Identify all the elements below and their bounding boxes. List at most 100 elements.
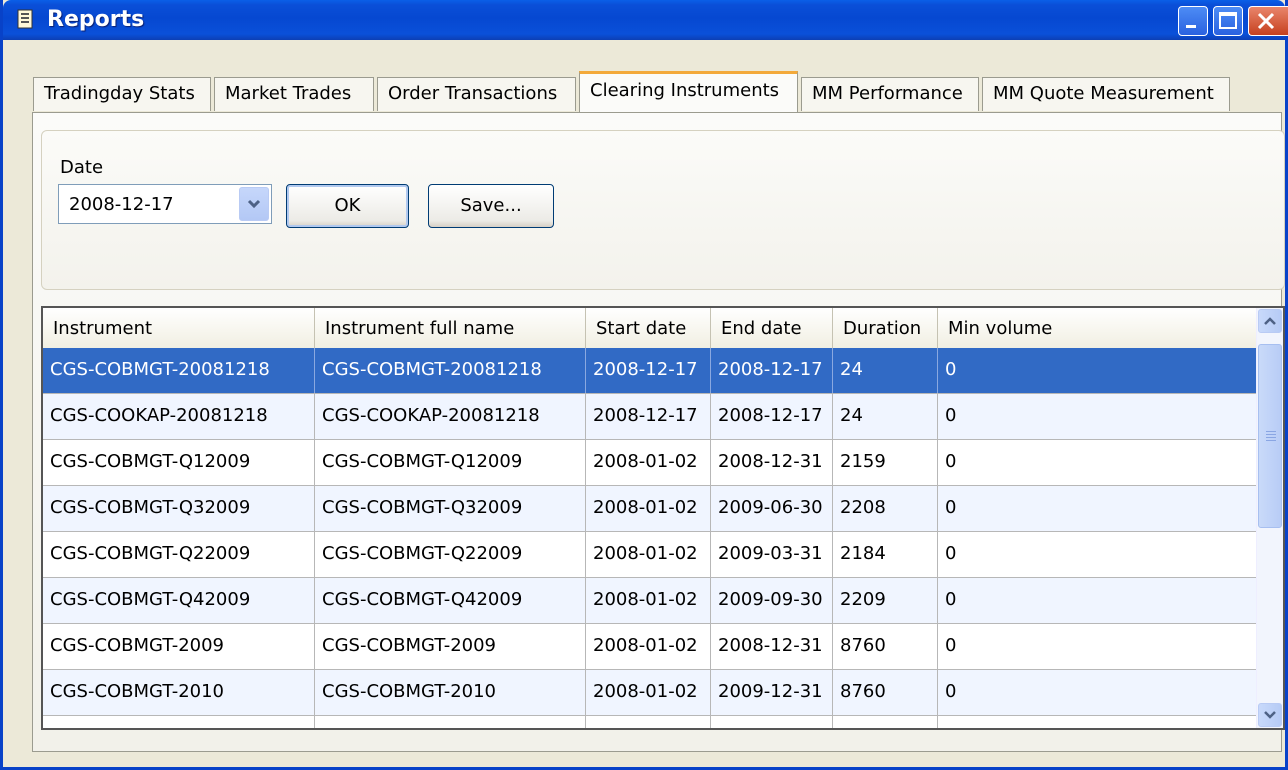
tab-tradingday-stats[interactable]: Tradingday Stats <box>33 77 211 111</box>
cell-min-volume: 0 <box>945 451 957 472</box>
grip-line <box>1266 434 1276 435</box>
cell-duration: 2159 <box>833 440 938 485</box>
cell-start-date: 2008-01-02 <box>586 440 711 485</box>
instruments-table[interactable]: Instrument Instrument full name Start da… <box>41 306 1285 730</box>
cell-instrument-full-name: CGS-COBMGT-2009 <box>315 624 586 669</box>
table-row[interactable]: CGS-COBMGT-2009 CGS-COBMGT-2009 2008-01-… <box>43 624 1257 670</box>
close-button[interactable] <box>1248 6 1288 36</box>
column-header-min-volume[interactable]: Min volume <box>938 308 1257 348</box>
window-title: Reports <box>47 7 145 32</box>
cell-min-volume: 0 <box>945 589 957 610</box>
date-value: 2008-12-17 <box>69 194 174 215</box>
cell-duration: 8760 <box>833 624 938 669</box>
cell-end-date: 2009-06-30 <box>711 486 833 531</box>
cell-end-date: 2009-12-31 <box>711 670 833 715</box>
reports-window: Reports Tradingday Stats Market Trades O… <box>0 0 1288 770</box>
cell-instrument: CGS-COBMGT-2010 <box>43 670 315 715</box>
cell-instrument-full-name: CGS-COBMGT-Q32009 <box>315 486 586 531</box>
cell-end-date: 2009-09-30 <box>711 578 833 623</box>
tab-order-transactions[interactable]: Order Transactions <box>377 77 576 111</box>
table-row[interactable]: CGS-COBMGT-Q22009 CGS-COBMGT-Q22009 2008… <box>43 532 1257 578</box>
cell-instrument-full-name: CGS-COBMGT-2010 <box>315 670 586 715</box>
column-header-end-date[interactable]: End date <box>711 308 833 348</box>
cell-end-date: 2008-12-17 <box>711 394 833 439</box>
table-row[interactable]: CGS-COOKAP-Q32009 CGS-COOKAP-Q32009 2008… <box>43 716 1257 728</box>
cell-duration: 2209 <box>833 578 938 623</box>
scroll-down-button[interactable] <box>1258 703 1282 727</box>
cell-min-volume: 0 <box>945 405 957 426</box>
maximize-button[interactable] <box>1213 6 1243 36</box>
cell-duration: 2208 <box>833 486 938 531</box>
cell-start-date: 2008-01-02 <box>586 716 711 728</box>
table-row[interactable]: CGS-COBMGT-Q32009 CGS-COBMGT-Q32009 2008… <box>43 486 1257 532</box>
tab-clearing-instruments[interactable]: Clearing Instruments <box>579 71 798 112</box>
report-document-icon <box>17 9 33 29</box>
date-combobox[interactable]: 2008-12-17 <box>58 184 272 224</box>
cell-duration: 2208 <box>833 716 938 728</box>
cell-instrument-full-name: CGS-COBMGT-Q42009 <box>315 578 586 623</box>
cell-end-date: 2009-06-30 <box>711 716 833 728</box>
grip-line <box>1266 431 1276 432</box>
cell-end-date: 2008-12-31 <box>711 440 833 485</box>
cell-instrument-full-name: CGS-COOKAP-Q32009 <box>315 716 586 728</box>
cell-min-volume: 0 <box>945 359 957 380</box>
cell-duration: 8760 <box>833 670 938 715</box>
date-label: Date <box>60 157 104 178</box>
column-header-instrument-full-name[interactable]: Instrument full name <box>315 308 586 348</box>
tab-mm-quote-measurement[interactable]: MM Quote Measurement <box>982 77 1230 111</box>
vertical-scrollbar[interactable] <box>1256 308 1283 728</box>
cell-min-volume: 0 <box>945 635 957 656</box>
ok-button[interactable]: OK <box>286 184 409 228</box>
cell-instrument: CGS-COBMGT-Q42009 <box>43 578 315 623</box>
cell-duration: 24 <box>833 394 938 439</box>
table-row[interactable]: CGS-COBMGT-20081218 CGS-COBMGT-20081218 … <box>43 348 1257 394</box>
scroll-up-button[interactable] <box>1258 309 1282 333</box>
cell-end-date: 2009-03-31 <box>711 532 833 577</box>
cell-start-date: 2008-12-17 <box>586 348 711 393</box>
cell-instrument-full-name: CGS-COBMGT-Q22009 <box>315 532 586 577</box>
save-button[interactable]: Save... <box>428 184 554 228</box>
table-header: Instrument Instrument full name Start da… <box>43 308 1257 350</box>
date-dropdown-button[interactable] <box>239 187 269 221</box>
title-bar[interactable]: Reports <box>3 0 1288 40</box>
cell-start-date: 2008-01-02 <box>586 624 711 669</box>
tab-mm-performance[interactable]: MM Performance <box>801 77 979 111</box>
cell-start-date: 2008-01-02 <box>586 532 711 577</box>
cell-instrument-full-name: CGS-COBMGT-Q12009 <box>315 440 586 485</box>
cell-min-volume: 0 <box>945 543 957 564</box>
cell-duration: 24 <box>833 348 938 393</box>
cell-instrument: CGS-COBMGT-20081218 <box>43 348 315 393</box>
table-row[interactable]: CGS-COOKAP-20081218 CGS-COOKAP-20081218 … <box>43 394 1257 440</box>
chevron-down-icon <box>1264 711 1276 719</box>
scroll-thumb[interactable] <box>1258 344 1282 528</box>
cell-start-date: 2008-01-02 <box>586 578 711 623</box>
cell-end-date: 2008-12-31 <box>711 624 833 669</box>
table-row[interactable]: CGS-COBMGT-Q42009 CGS-COBMGT-Q42009 2008… <box>43 578 1257 624</box>
tab-market-trades[interactable]: Market Trades <box>214 77 374 111</box>
cell-instrument: CGS-COBMGT-Q12009 <box>43 440 315 485</box>
minimize-icon <box>1186 25 1196 28</box>
chevron-up-icon <box>1264 317 1276 325</box>
cell-instrument: CGS-COOKAP-20081218 <box>43 394 315 439</box>
column-header-start-date[interactable]: Start date <box>586 308 711 348</box>
cell-start-date: 2008-01-02 <box>586 670 711 715</box>
cell-min-volume: 0 <box>945 681 957 702</box>
cell-start-date: 2008-12-17 <box>586 394 711 439</box>
cell-instrument: CGS-COBMGT-Q22009 <box>43 532 315 577</box>
cell-min-volume: 0 <box>938 716 1257 728</box>
column-header-instrument[interactable]: Instrument <box>43 308 315 348</box>
maximize-icon <box>1219 12 1237 29</box>
chevron-down-icon <box>247 199 261 209</box>
grip-line <box>1266 437 1276 438</box>
table-row[interactable]: CGS-COBMGT-2010 CGS-COBMGT-2010 2008-01-… <box>43 670 1257 716</box>
cell-instrument: CGS-COBMGT-2009 <box>43 624 315 669</box>
cell-instrument-full-name: CGS-COBMGT-20081218 <box>315 348 586 393</box>
column-header-duration[interactable]: Duration <box>833 308 938 348</box>
table-row[interactable]: CGS-COBMGT-Q12009 CGS-COBMGT-Q12009 2008… <box>43 440 1257 486</box>
cell-end-date: 2008-12-17 <box>711 348 833 393</box>
grip-line <box>1266 440 1276 441</box>
minimize-button[interactable] <box>1178 6 1208 36</box>
cell-instrument: CGS-COBMGT-Q32009 <box>43 486 315 531</box>
cell-instrument-full-name: CGS-COOKAP-20081218 <box>315 394 586 439</box>
cell-duration: 2184 <box>833 532 938 577</box>
